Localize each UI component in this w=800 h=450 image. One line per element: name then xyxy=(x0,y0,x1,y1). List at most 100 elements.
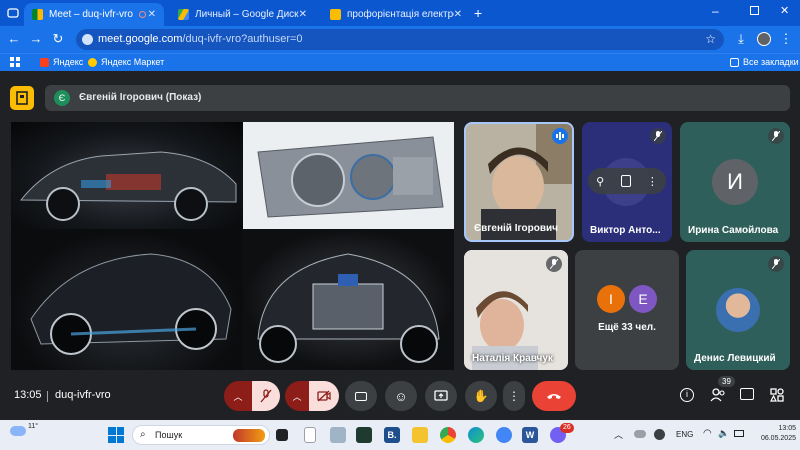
yandex-market-icon xyxy=(88,57,97,67)
meeting-time: 13:05 xyxy=(14,389,42,401)
menu-icon[interactable]: ⋮ xyxy=(778,31,794,47)
tab-slides[interactable]: профорієнтація електрозвар... ✕ xyxy=(322,3,470,26)
edge-icon[interactable] xyxy=(468,427,484,443)
yandex-icon xyxy=(40,57,49,67)
chrome-icon[interactable] xyxy=(440,427,456,443)
volume-icon[interactable]: 🔈 xyxy=(718,428,729,439)
participant-tile[interactable]: Євгеній Ігорович xyxy=(464,122,574,242)
transmission-illustration xyxy=(257,136,444,218)
download-icon[interactable]: ⤓ xyxy=(733,31,749,47)
present-button[interactable] xyxy=(425,381,457,411)
google-meet-icon xyxy=(32,9,43,20)
bookmark-star-icon[interactable]: ☆ xyxy=(705,32,716,46)
all-bookmarks-label: Все закладки xyxy=(743,57,799,67)
tab-slides-label: профорієнтація електрозвар... xyxy=(347,9,454,20)
chat-icon[interactable] xyxy=(740,388,754,400)
reactions-button[interactable]: ☺ xyxy=(385,381,417,411)
browser-toolbar: ← → ↻ meet.google.com/duq-ivfr-vro?authu… xyxy=(0,26,800,53)
language-indicator[interactable]: ENG xyxy=(676,430,693,439)
participant-avatar: I xyxy=(597,285,625,313)
close-tab-icon[interactable]: ✕ xyxy=(299,9,307,20)
participant-tile[interactable]: Наталія Кравчук xyxy=(464,250,568,370)
video-options-button[interactable]: ︿ xyxy=(285,381,309,411)
emoji-icon: ☺ xyxy=(394,388,408,404)
bookmark-yandex-market-label: Яндекс Маркет xyxy=(101,57,165,67)
meet-header: Є Євгеній Ігорович (Показ) xyxy=(0,71,800,121)
participant-tile[interactable]: Денис Левицкий xyxy=(686,250,790,370)
participant-name: Денис Левицкий xyxy=(694,353,776,364)
cloud-sync-icon[interactable] xyxy=(634,430,646,438)
participant-name: Євгеній Ігорович xyxy=(474,223,558,234)
engine-front-image xyxy=(243,229,454,370)
close-tab-icon[interactable]: ✕ xyxy=(454,9,462,20)
frame-icon[interactable] xyxy=(620,175,631,187)
activities-button[interactable] xyxy=(10,86,34,110)
weather-widget[interactable]: 11° xyxy=(10,422,39,436)
more-participants-label: Ещё 33 чел. xyxy=(598,322,656,333)
terminal-icon[interactable] xyxy=(356,427,372,443)
pin-icon[interactable]: ⚲ xyxy=(596,175,604,188)
windows-start-icon[interactable] xyxy=(108,427,124,443)
file-explorer-icon[interactable] xyxy=(412,427,428,443)
shared-screen xyxy=(11,122,454,370)
car-cutaway-image xyxy=(11,122,243,229)
site-info-icon[interactable] xyxy=(82,34,93,45)
transmission-image xyxy=(243,122,454,229)
forward-icon[interactable]: → xyxy=(28,31,44,47)
tab-search-icon[interactable] xyxy=(6,6,20,20)
more-options-icon[interactable]: ⋮ xyxy=(647,175,658,188)
microphone-toggle-button[interactable] xyxy=(252,381,280,411)
minimize-icon[interactable]: – xyxy=(712,4,719,18)
camera-toggle-button[interactable] xyxy=(309,381,339,411)
apps-icon[interactable] xyxy=(10,57,20,67)
participant-tile[interactable]: ⚲ ⋮ Виктор Анто... xyxy=(582,122,672,242)
wifi-icon[interactable]: ◠ xyxy=(703,428,712,439)
address-bar[interactable]: meet.google.com/duq-ivfr-vro?authuser=0 … xyxy=(76,29,724,50)
weather-temperature: 11° xyxy=(28,422,39,430)
notification-badge: 26 xyxy=(560,423,574,433)
url-path: /duq-ivfr-vro?authuser=0 xyxy=(182,33,303,45)
chassis-illustration xyxy=(30,253,232,355)
bookmark-yandex-market[interactable]: Яндекс Маркет xyxy=(88,57,164,67)
back-icon[interactable]: ← xyxy=(6,31,22,47)
profile-avatar[interactable] xyxy=(757,32,771,46)
all-bookmarks[interactable]: Все закладки xyxy=(730,57,799,67)
meeting-divider xyxy=(47,391,48,402)
search-icon: ⌕ xyxy=(140,429,146,440)
show-hidden-icons-icon[interactable]: ︿ xyxy=(614,428,623,441)
presenter-label: Євгеній Ігорович (Показ) xyxy=(79,92,202,103)
tab-meet[interactable]: Meet – duq-ivfr-vro ✕ xyxy=(24,3,164,26)
building-icon xyxy=(16,91,28,105)
captions-button[interactable] xyxy=(345,381,377,411)
speaking-indicator-icon xyxy=(552,128,568,144)
activities-icon[interactable] xyxy=(770,388,784,407)
close-window-icon[interactable]: ✕ xyxy=(780,4,789,17)
mic-off-icon xyxy=(546,256,562,272)
participant-tile[interactable]: И Ирина Самойлова xyxy=(680,122,790,242)
close-tab-icon[interactable]: ✕ xyxy=(148,9,156,20)
meeting-code: duq-ivfr-vro xyxy=(55,389,111,401)
presenter-bar[interactable]: Є Євгеній Ігорович (Показ) xyxy=(45,85,790,111)
b-app-icon[interactable]: B. xyxy=(384,427,400,443)
restore-icon[interactable] xyxy=(750,6,759,15)
raise-hand-button[interactable]: ✋ xyxy=(465,381,497,411)
reload-icon[interactable]: ↻ xyxy=(50,31,66,47)
meeting-info-icon[interactable]: i xyxy=(680,388,694,402)
task-view-icon[interactable] xyxy=(276,429,288,441)
app-icon[interactable] xyxy=(496,427,512,443)
tab-drive[interactable]: Личный – Google Диск ✕ xyxy=(170,3,315,26)
photos-icon[interactable] xyxy=(330,427,346,443)
taskbar-search[interactable]: ⌕ Пошук xyxy=(132,425,270,445)
word-icon[interactable]: W xyxy=(522,427,538,443)
more-options-button[interactable]: ⋮ xyxy=(503,381,525,411)
new-tab-icon[interactable]: + xyxy=(474,5,482,21)
bookmark-yandex[interactable]: Яндекс xyxy=(40,57,83,67)
leave-call-button[interactable] xyxy=(532,381,576,411)
taskbar-clock[interactable]: 13:05 06.05.2025 xyxy=(752,424,796,444)
audio-options-button[interactable]: ︿ xyxy=(224,381,252,411)
people-icon[interactable] xyxy=(710,388,726,407)
more-participants-tile[interactable]: I E Ещё 33 чел. xyxy=(575,250,679,370)
notepad-icon[interactable] xyxy=(304,427,316,443)
battery-icon[interactable] xyxy=(734,430,744,437)
tray-app-icon[interactable] xyxy=(654,429,665,440)
